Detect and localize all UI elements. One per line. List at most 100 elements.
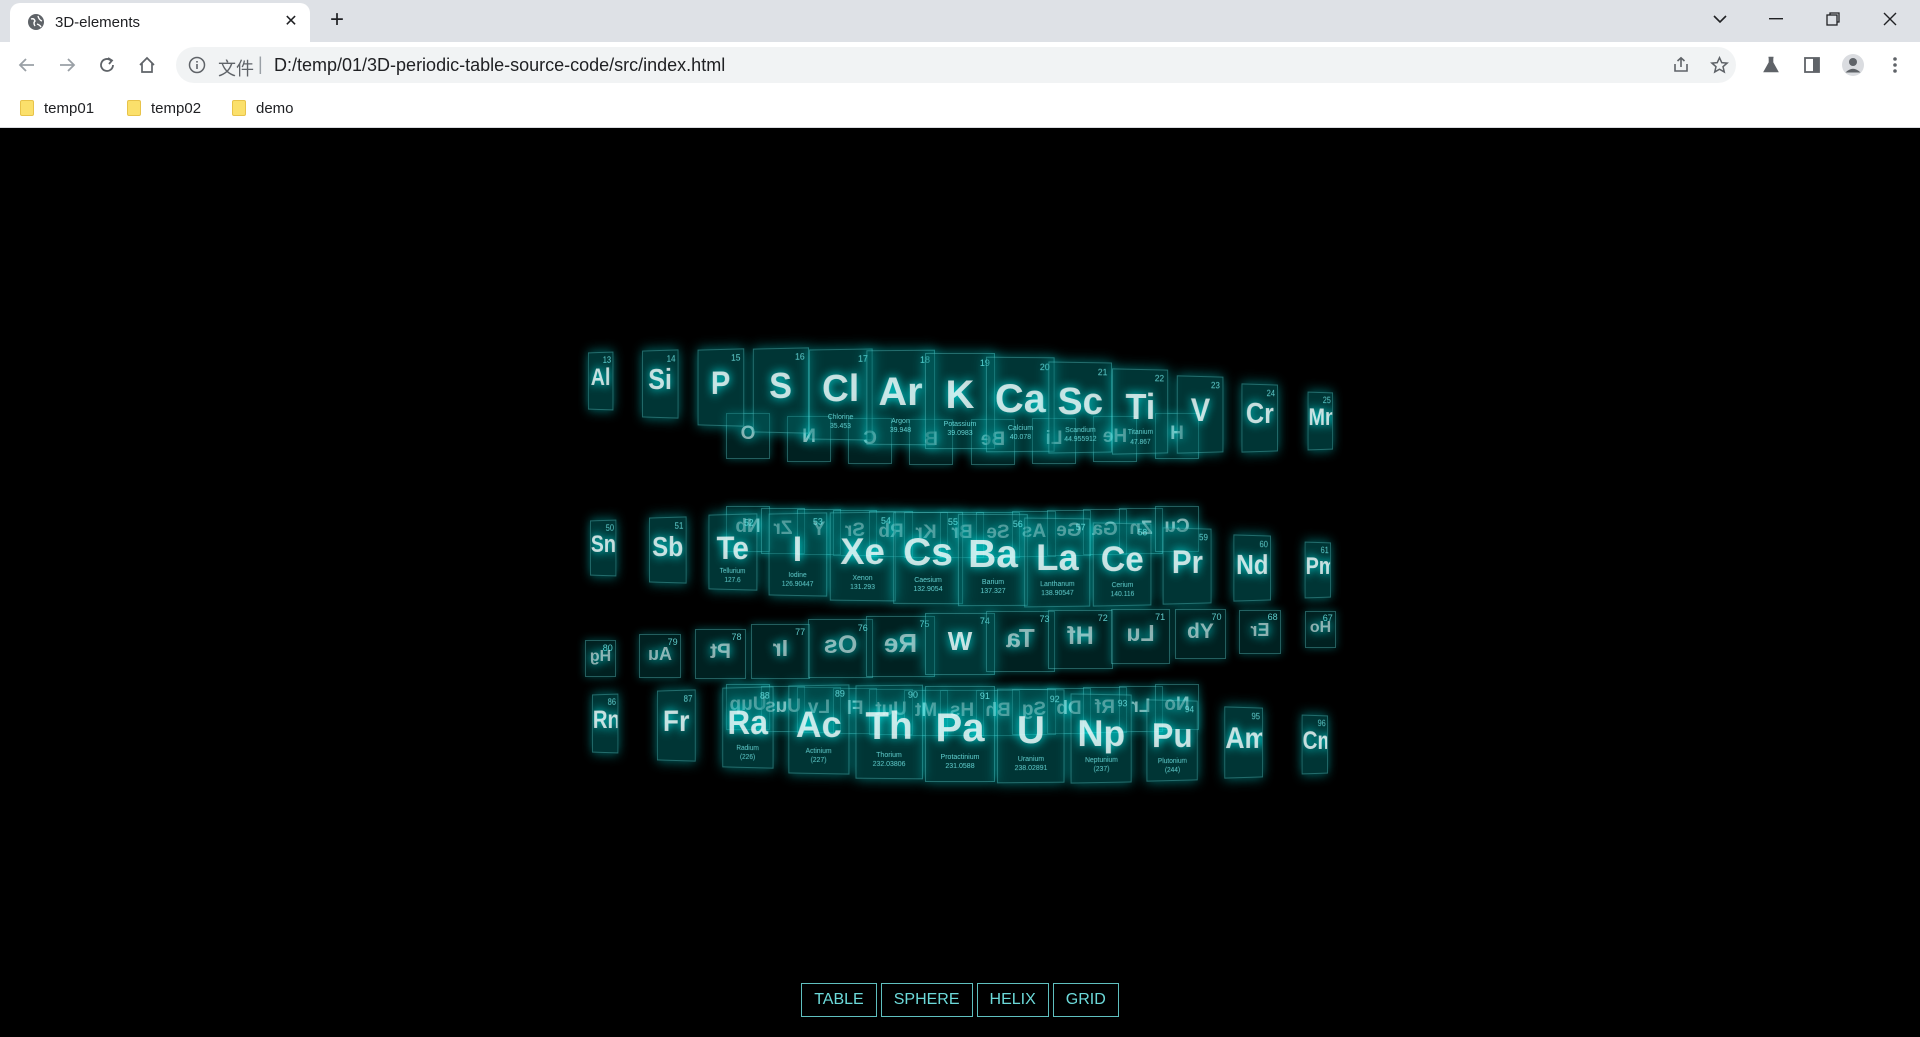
element-card-hf[interactable]: 72 Hf (1047, 609, 1113, 669)
tab-search-chevron-icon[interactable] (1692, 0, 1748, 38)
bookmark-folder-demo[interactable]: demo (232, 97, 294, 119)
element-card-v[interactable]: 23 V (1176, 375, 1223, 454)
element-symbol: Lu (1125, 620, 1155, 647)
grid-button[interactable]: GRID (1052, 983, 1119, 1017)
element-card-pr[interactable]: 59 Pr (1162, 527, 1212, 605)
element-card-la[interactable]: 57 La Lanthanum 138.90547 (1024, 517, 1091, 607)
element-number: 55 (947, 516, 958, 527)
element-symbol: W (947, 626, 973, 656)
element-symbol: Al (590, 363, 610, 391)
element-card-am[interactable]: 95 Am (1223, 706, 1263, 779)
element-number: 92 (1049, 694, 1060, 705)
element-mass: 140.116 (1110, 590, 1135, 598)
element-card-pt[interactable]: 78 Pt (694, 628, 746, 679)
element-card-xe[interactable]: 54 Xe Xenon 131.293 (829, 511, 896, 601)
element-card-si[interactable]: 14 Si (642, 349, 679, 419)
element-card-sc[interactable]: 21 Sc Scandium 44.955912 (1047, 361, 1112, 454)
element-card-rn[interactable]: 86 Rn (592, 693, 619, 754)
url-text[interactable]: D:/temp/01/3D-periodic-table-source-code… (274, 55, 725, 76)
close-window-button[interactable] (1862, 0, 1918, 38)
info-icon[interactable] (188, 56, 206, 74)
element-card-sn[interactable]: 50 Sn (589, 519, 616, 577)
browser-tab[interactable]: 3D-elements ✕ (10, 3, 310, 42)
element-card-ba[interactable]: 56 Ba Barium 137.327 (957, 513, 1028, 607)
element-symbol: Re (883, 627, 917, 658)
bookmark-star-icon[interactable] (1706, 52, 1732, 78)
element-card-th[interactable]: 90 Th Thorium 232.03806 (855, 684, 924, 780)
element-symbol: P (710, 364, 730, 402)
element-card-ra[interactable]: 88 Ra Radium (226) (722, 686, 774, 769)
element-card-al[interactable]: 13 Al (587, 351, 613, 411)
element-card-pa[interactable]: 91 Pa Protactinium 231.0588 (925, 686, 995, 782)
close-tab-icon[interactable]: ✕ (281, 12, 301, 32)
element-card-i[interactable]: 53 I Iodine 126.90447 (768, 511, 828, 597)
element-card-ac[interactable]: 89 Ac Actinium (227) (788, 684, 850, 775)
element-card-mn[interactable]: 25 Mn (1307, 391, 1333, 451)
element-card-ir[interactable]: 77 Ir (750, 623, 810, 679)
element-card-s[interactable]: 16 S (752, 347, 809, 434)
more-menu-icon[interactable] (1880, 50, 1910, 80)
element-mass: (244) (1165, 766, 1181, 775)
folder-icon (127, 100, 141, 116)
back-button[interactable] (10, 48, 44, 82)
element-name: Scandium (1064, 427, 1096, 435)
share-icon[interactable] (1668, 52, 1694, 78)
address-bar[interactable]: 文件 | D:/temp/01/3D-periodic-table-source… (176, 47, 1736, 83)
bookmark-folder-temp02[interactable]: temp02 (127, 97, 201, 119)
element-card-ca[interactable]: 20 Ca Calcium 40.078 (985, 356, 1055, 453)
reload-button[interactable] (90, 48, 124, 82)
element-mass: (226) (739, 753, 755, 762)
element-card-cl[interactable]: 17 Cl Chlorine 35.453 (808, 348, 873, 441)
forward-button[interactable] (50, 48, 84, 82)
element-card-te[interactable]: 52 Te Tellurium 127.6 (708, 513, 758, 591)
element-card-er[interactable]: 68 Er (1239, 609, 1281, 654)
element-card-p[interactable]: 15 P (697, 348, 744, 427)
profile-avatar-icon[interactable] (1838, 50, 1868, 80)
element-card-pu[interactable]: 94 Pu Plutonium (244) (1146, 699, 1198, 782)
element-card-w[interactable]: 74 W (925, 613, 995, 675)
new-tab-button[interactable]: + (325, 8, 349, 33)
element-card-os[interactable]: 76 Os (807, 619, 873, 679)
element-card-np[interactable]: 93 Np Neptunium (237) (1070, 693, 1132, 784)
element-card-cm[interactable]: 96 Cm (1301, 714, 1328, 775)
element-card-ti[interactable]: 22 Ti Titanium 47.867 (1111, 367, 1168, 455)
labs-flask-icon[interactable] (1756, 50, 1786, 80)
element-mass: 231.0588 (945, 763, 975, 770)
side-panel-icon[interactable] (1797, 50, 1827, 80)
layout-menu: TABLE SPHERE HELIX GRID (0, 983, 1920, 1017)
minimize-button[interactable] (1748, 0, 1804, 38)
helix-scene[interactable]: O N C B Be Li He H 13 Al 14 Si 15 P 16 S 17 Cl Chlorine 35.… (0, 128, 1920, 1037)
element-card-pm[interactable]: 61 Pm (1304, 541, 1331, 599)
bookmark-folder-temp01[interactable]: temp01 (20, 97, 94, 119)
element-card-yb[interactable]: 70 Yb (1174, 609, 1226, 660)
element-card-cr[interactable]: 24 Cr (1241, 383, 1278, 453)
element-symbol: Ra (727, 703, 768, 743)
element-card-nd[interactable]: 60 Nd (1233, 534, 1271, 602)
element-name: Tellurium (719, 567, 746, 576)
element-card-ce[interactable]: 58 Ce Cerium 140.116 (1092, 521, 1152, 607)
element-number: 53 (812, 516, 823, 527)
element-card-ta[interactable]: 73 Ta (985, 611, 1055, 673)
element-card-fr[interactable]: 87 Fr (657, 689, 697, 762)
table-button[interactable]: TABLE (801, 983, 877, 1017)
element-card-cs[interactable]: 55 Cs Caesium 132.9054 (892, 511, 963, 605)
helix-button[interactable]: HELIX (976, 983, 1049, 1017)
element-name: Titanium (1127, 428, 1153, 436)
element-card-lu[interactable]: 71 Lu (1110, 609, 1170, 665)
element-mass: 127.6 (724, 576, 741, 585)
element-card-hg[interactable]: 80 Hg (584, 640, 616, 678)
element-card-k[interactable]: 19 K Potassium 39.0983 (925, 353, 995, 449)
sphere-button[interactable]: SPHERE (880, 983, 973, 1017)
element-symbol: V (1190, 391, 1210, 429)
element-card-u[interactable]: 92 U Uranium 238.02891 (996, 688, 1065, 784)
element-card-au[interactable]: 79 Au (639, 634, 681, 679)
restore-button[interactable] (1805, 0, 1861, 38)
element-number: 87 (683, 693, 693, 704)
element-name: Iodine (788, 571, 807, 579)
element-name: Potassium (943, 421, 977, 428)
element-name: Plutonium (1158, 757, 1188, 766)
element-card-ho[interactable]: 67 Ho (1304, 610, 1336, 648)
element-card-sb[interactable]: 51 Sb (649, 516, 687, 584)
home-button[interactable] (130, 48, 164, 82)
element-name: Neptunium (1085, 756, 1119, 765)
